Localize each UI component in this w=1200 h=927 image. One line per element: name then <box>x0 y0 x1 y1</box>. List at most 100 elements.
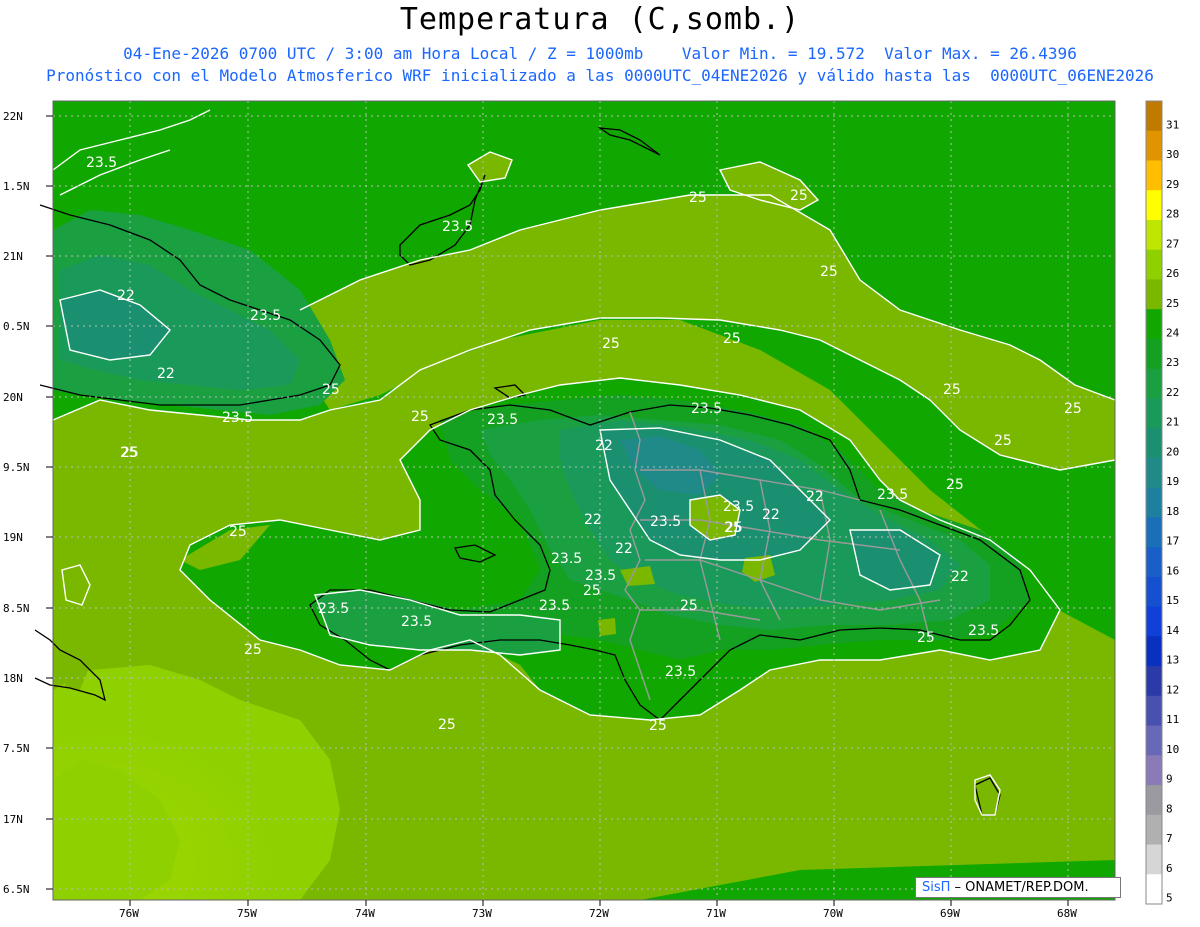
colorbar-swatch <box>1146 219 1162 251</box>
colorbar-label: 16 <box>1166 564 1179 577</box>
lon-ticks <box>129 900 1069 906</box>
colorbar-swatch <box>1146 666 1162 697</box>
colorbar-label: 22 <box>1166 386 1179 399</box>
contour-label: 25 <box>244 642 262 658</box>
contour-label: 25 <box>120 445 138 461</box>
longitude-axis: 76W 75W 74W 73W 72W 71W 70W 69W 68W <box>119 907 1077 920</box>
colorbar-swatch <box>1146 814 1162 846</box>
contour-label: 23.5 <box>250 308 281 324</box>
contour-label: 25 <box>689 190 707 206</box>
colorbar-swatch <box>1146 160 1162 191</box>
contour-label: 25 <box>1064 401 1082 417</box>
colorbar-label: 29 <box>1166 178 1179 191</box>
lat-tick-label: 18N <box>3 672 23 685</box>
lon-tick-label: 75W <box>237 907 257 920</box>
colorbar-label: 27 <box>1166 237 1179 250</box>
colorbar-swatch <box>1146 249 1162 280</box>
colorbar-label: 17 <box>1166 535 1179 548</box>
colorbar-swatch <box>1146 874 1162 905</box>
contour-label: 23.5 <box>222 410 253 426</box>
contour-label: 25 <box>602 336 620 352</box>
colorbar-label: 24 <box>1166 326 1180 339</box>
colorbar-swatch <box>1146 547 1162 578</box>
contour-label: 22 <box>762 507 780 523</box>
contour-label: 23.5 <box>877 487 908 503</box>
colorbar-swatch <box>1146 606 1162 637</box>
lat-tick-label: 20N <box>3 391 23 404</box>
colorbar-swatch <box>1146 338 1162 370</box>
contour-label: 23.5 <box>691 401 722 417</box>
contour-label: 22 <box>117 288 135 304</box>
lat-tick-label: 6.5N <box>3 883 30 896</box>
colorbar-label: 30 <box>1166 148 1179 161</box>
contour-label: 22 <box>951 569 969 585</box>
colorbar-swatch <box>1146 517 1162 548</box>
contour-label: 22 <box>615 541 633 557</box>
colorbar-label: 21 <box>1166 416 1179 429</box>
contour-label: 25 <box>438 717 456 733</box>
colorbar-label: 15 <box>1166 594 1179 607</box>
lat-tick-label: 8.5N <box>3 602 30 615</box>
colorbar-swatch <box>1146 130 1162 161</box>
lon-tick-label: 68W <box>1057 907 1077 920</box>
contour-label: 23.5 <box>539 598 570 614</box>
contour-label: 25 <box>943 382 961 398</box>
colorbar-label: 25 <box>1166 297 1179 310</box>
contour-label: 22 <box>595 438 613 454</box>
colorbar-label: 18 <box>1166 505 1179 518</box>
lat-tick-label: 0.5N <box>3 320 30 333</box>
contour-label: 23.5 <box>86 155 117 171</box>
lat-ticks <box>46 115 53 890</box>
colorbar-swatch <box>1146 279 1162 310</box>
lat-tick-label: 17N <box>3 813 23 826</box>
colorbar-swatch <box>1146 755 1162 786</box>
colorbar-label: 14 <box>1166 624 1180 637</box>
colorbar-label: 23 <box>1166 356 1179 369</box>
colorbar-label: 11 <box>1166 713 1179 726</box>
colorbar-swatch <box>1146 101 1162 132</box>
contour-label: 25 <box>411 409 429 425</box>
colorbar-swatch <box>1146 785 1162 816</box>
lon-tick-label: 76W <box>119 907 139 920</box>
contour-label: 23.5 <box>487 412 518 428</box>
lat-tick-label: 1.5N <box>3 180 30 193</box>
sispi-logo-text: SisΠ <box>922 880 951 895</box>
contour-label: 23.5 <box>318 601 349 617</box>
colorbar-label: 19 <box>1166 475 1179 488</box>
lon-tick-label: 69W <box>940 907 960 920</box>
contour-label: 23.5 <box>585 568 616 584</box>
temperature-map: 23.5 22 23.5 22 23.5 25 25 25 25 25 25 2… <box>3 100 1180 920</box>
contour-label: 22 <box>157 366 175 382</box>
colorbar-swatch <box>1146 487 1162 518</box>
contour-label: 23.5 <box>650 514 681 530</box>
colorbar-swatch <box>1146 695 1162 727</box>
colorbar-label: 20 <box>1166 445 1179 458</box>
contour-label: 25 <box>649 718 667 734</box>
contour-label: 25 <box>583 583 601 599</box>
colorbar-swatch <box>1146 368 1162 399</box>
contour-label: 25 <box>790 188 808 204</box>
colorbar-label: 28 <box>1166 208 1179 221</box>
contour-label: 22 <box>806 489 824 505</box>
contour-label: 22 <box>584 512 602 528</box>
colorbar-label: 12 <box>1166 683 1179 696</box>
temperature-shading <box>53 101 1115 900</box>
credit-text: – ONAMET/REP.DOM. <box>950 880 1089 895</box>
colorbar-label: 10 <box>1166 743 1179 756</box>
lat-tick-label: 21N <box>3 250 23 263</box>
contour-label: 25 <box>322 382 340 398</box>
colorbar-label: 13 <box>1166 654 1179 667</box>
lon-tick-label: 73W <box>472 907 492 920</box>
contour-label: 23.5 <box>968 623 999 639</box>
colorbar-swatch <box>1146 428 1162 459</box>
colorbar-swatch <box>1146 309 1162 340</box>
contour-label: 25 <box>725 520 743 536</box>
contour-label: 25 <box>229 524 247 540</box>
colorbar-swatch <box>1146 190 1162 221</box>
latitude-axis: 22N 1.5N 21N 0.5N 20N 9.5N 19N 8.5N 18N … <box>3 110 30 896</box>
colorbar-label: 8 <box>1166 802 1173 815</box>
contour-label: 23.5 <box>401 614 432 630</box>
colorbar-label: 26 <box>1166 267 1179 280</box>
lon-tick-label: 70W <box>823 907 843 920</box>
credit-box: SisΠ – ONAMET/REP.DOM. <box>915 877 1121 898</box>
